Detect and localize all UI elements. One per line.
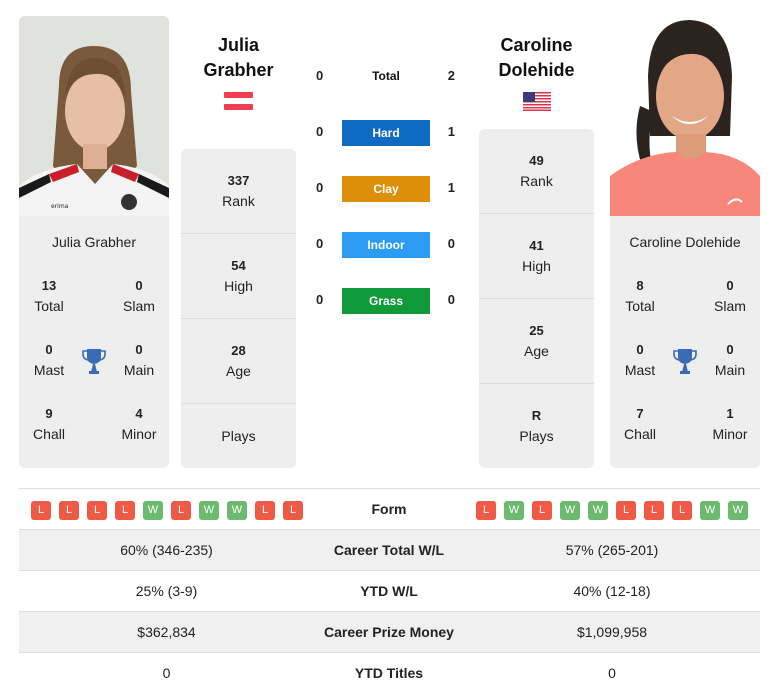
austria-flag-icon xyxy=(224,91,253,111)
player1-name-header[interactable]: Julia Grabher xyxy=(181,33,296,83)
player2-photo xyxy=(610,16,760,216)
table-row: $362,834 Career Prize Money $1,099,958 xyxy=(19,611,760,652)
form-loss-badge[interactable]: L xyxy=(171,501,191,520)
trophy-icon xyxy=(673,348,697,374)
form-loss-badge[interactable]: L xyxy=(283,501,303,520)
trophy-icon xyxy=(82,348,106,374)
player1-high: 54 High xyxy=(181,234,296,319)
table-row: 60% (346-235) Career Total W/L 57% (265-… xyxy=(19,529,760,570)
player2-titles-slam: 0 Slam xyxy=(714,278,746,314)
h2h-hard-row: 0 Hard 1 xyxy=(310,120,470,146)
player2-titles-minor: 1 Minor xyxy=(712,406,748,442)
form-loss-badge[interactable]: L xyxy=(115,501,135,520)
form-win-badge[interactable]: W xyxy=(504,501,524,520)
player2-form: LWLWWLLLWW xyxy=(476,501,748,520)
player2-rank: 49 Rank xyxy=(479,129,594,214)
form-loss-badge[interactable]: L xyxy=(59,501,79,520)
player2-age: 25 Age xyxy=(479,299,594,384)
form-row: LLLLWLWWLL Form LWLWWLLLWW xyxy=(19,488,760,529)
form-loss-badge[interactable]: L xyxy=(87,501,107,520)
player1-titles-total: 13 Total xyxy=(34,278,64,314)
player1-titles-main: 0 Main xyxy=(123,342,155,378)
player2-titles-total: 8 Total xyxy=(625,278,655,314)
form-loss-badge[interactable]: L xyxy=(476,501,496,520)
form-win-badge[interactable]: W xyxy=(143,501,163,520)
table-row: 0 YTD Titles 0 xyxy=(19,652,760,693)
player1-full-name: Julia Grabher xyxy=(51,234,137,250)
player2-full-name: Caroline Dolehide xyxy=(629,234,741,250)
surface-hard-badge[interactable]: Hard xyxy=(342,120,430,146)
player1-titles-card: Julia Grabher 13 Total 0 Slam 0 Mast 0 M… xyxy=(19,216,169,468)
form-loss-badge[interactable]: L xyxy=(31,501,51,520)
h2h-indoor-row: 0 Indoor 0 xyxy=(310,232,470,258)
form-win-badge[interactable]: W xyxy=(199,501,219,520)
h2h-grass-row: 0 Grass 0 xyxy=(310,288,470,314)
form-loss-badge[interactable]: L xyxy=(255,501,275,520)
usa-flag-icon xyxy=(523,92,551,111)
player2-titles-card: Caroline Dolehide 8 Total 0 Slam 0 Mast … xyxy=(610,216,760,468)
player2-high: 41 High xyxy=(479,214,594,299)
h2h-clay-row: 0 Clay 1 xyxy=(310,176,470,202)
table-row: 25% (3-9) YTD W/L 40% (12-18) xyxy=(19,570,760,611)
form-loss-badge[interactable]: L xyxy=(616,501,636,520)
surface-indoor-badge[interactable]: Indoor xyxy=(342,232,430,258)
form-loss-badge[interactable]: L xyxy=(644,501,664,520)
player2-titles-main: 0 Main xyxy=(714,342,746,378)
svg-text:erima: erima xyxy=(51,203,69,210)
player2-stats-column: 49 Rank 41 High 25 Age R Plays xyxy=(479,129,594,468)
player1-age: 28 Age xyxy=(181,319,296,404)
player1-photo: erima xyxy=(19,16,169,216)
player1-titles-slam: 0 Slam xyxy=(123,278,155,314)
player1-rank: 337 Rank xyxy=(181,149,296,234)
form-loss-badge[interactable]: L xyxy=(672,501,692,520)
form-win-badge[interactable]: W xyxy=(560,501,580,520)
form-win-badge[interactable]: W xyxy=(728,501,748,520)
player2-plays: R Plays xyxy=(519,408,554,444)
form-loss-badge[interactable]: L xyxy=(532,501,552,520)
h2h-total-row: 0 Total 2 xyxy=(316,68,455,83)
player1-form: LLLLWLWWLL xyxy=(31,501,303,520)
player1-titles-mast: 0 Mast xyxy=(33,342,65,378)
player2-titles-chall: 7 Chall xyxy=(624,406,656,442)
player2-titles-mast: 0 Mast xyxy=(624,342,656,378)
player1-titles-chall: 9 Chall xyxy=(33,406,65,442)
surface-grass-badge[interactable]: Grass xyxy=(342,288,430,314)
player1-plays: Plays xyxy=(221,428,256,444)
player2-name-header[interactable]: Caroline Dolehide xyxy=(479,33,594,83)
h2h-total-label: Total xyxy=(372,69,400,83)
form-label: Form xyxy=(371,501,407,517)
form-win-badge[interactable]: W xyxy=(588,501,608,520)
player1-titles-minor: 4 Minor xyxy=(121,406,157,442)
surface-clay-badge[interactable]: Clay xyxy=(342,176,430,202)
form-win-badge[interactable]: W xyxy=(227,501,247,520)
form-win-badge[interactable]: W xyxy=(700,501,720,520)
player1-stats-column: 337 Rank 54 High 28 Age Plays xyxy=(181,149,296,468)
